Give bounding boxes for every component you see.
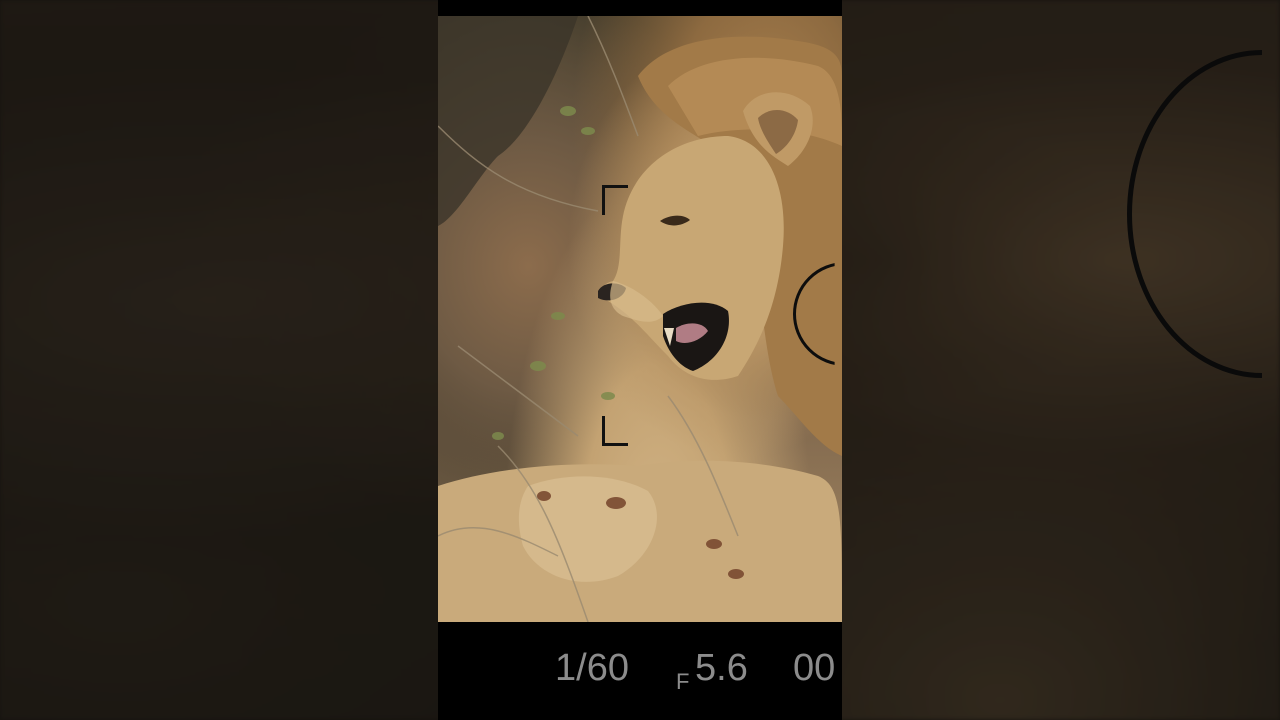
lion-photo [438, 16, 842, 622]
aperture-value: 5.6 [695, 647, 748, 689]
video-frame[interactable]: 1/60 F 5.6 00 [438, 0, 842, 720]
focus-bracket-top-left-icon [602, 185, 628, 215]
video-stage: 1/60 F 5.6 00 [0, 0, 1280, 720]
aperture-prefix: F [676, 669, 690, 694]
exposure-readout: 1/60 F 5.6 00 [438, 622, 842, 720]
focus-bracket-bottom-left-icon [602, 416, 628, 446]
lion-illustration [438, 16, 842, 622]
shutter-speed: 1/60 [555, 647, 629, 689]
exposure-compensation: 00 [793, 647, 836, 689]
